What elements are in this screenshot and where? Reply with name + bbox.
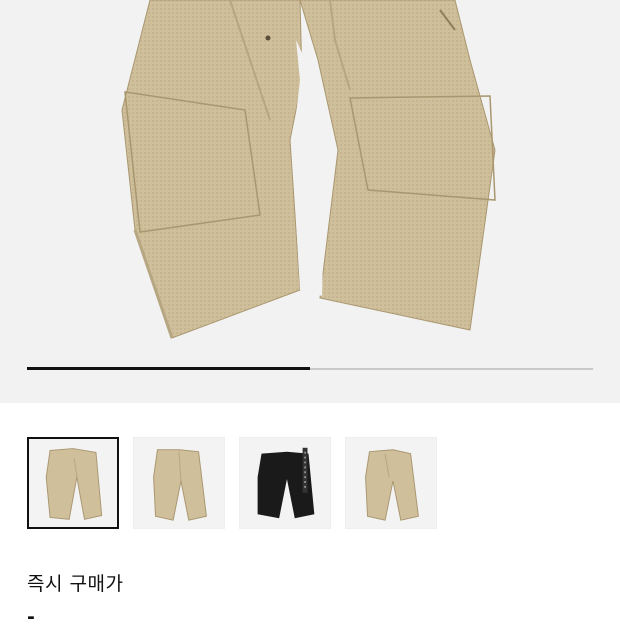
khaki-pants-image (121, 0, 496, 339)
thumbnail-strip (27, 437, 437, 529)
instant-buy-price-label: 즉시 구매가 (27, 573, 124, 595)
thumbnail-1[interactable] (27, 437, 119, 529)
khaki-pants-front-icon (45, 448, 103, 520)
gallery-progress-bar[interactable] (27, 367, 593, 370)
khaki-pants-back-icon (153, 449, 207, 521)
product-image-viewer[interactable] (0, 0, 620, 403)
thumbnail-4[interactable] (345, 437, 437, 529)
instant-buy-price-value: - (27, 606, 35, 628)
thumbnail-3[interactable] (239, 437, 331, 529)
khaki-pants-side-icon (365, 449, 419, 521)
black-pants-icon (257, 447, 315, 519)
gallery-progress-fill (27, 367, 310, 370)
thumbnail-2[interactable] (133, 437, 225, 529)
